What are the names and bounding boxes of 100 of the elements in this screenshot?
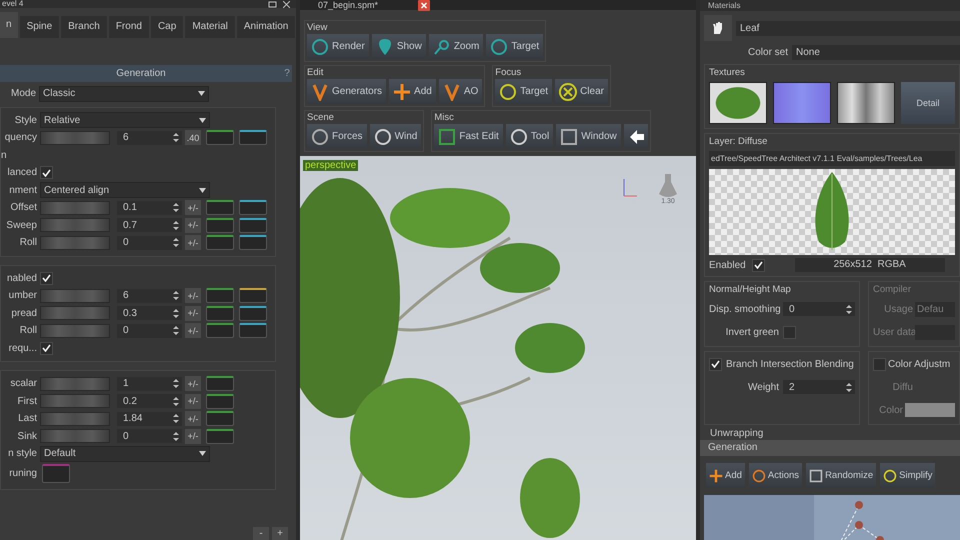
number-field[interactable]: 0: [783, 302, 855, 316]
curve-swatch[interactable]: [206, 235, 234, 250]
toolbar-button[interactable]: Render: [307, 34, 369, 59]
slider-track[interactable]: [40, 429, 110, 443]
curve-swatch[interactable]: [239, 306, 267, 320]
spinner-icon[interactable]: [173, 378, 179, 389]
help-button[interactable]: ?: [282, 68, 292, 79]
curve-swatch[interactable]: [206, 376, 234, 391]
curve-swatch[interactable]: [239, 288, 267, 303]
detail-button[interactable]: Detail: [901, 82, 955, 124]
tab[interactable]: Branch: [61, 16, 107, 38]
number-field[interactable]: 1: [117, 376, 182, 390]
toolbar-button[interactable]: Forces: [307, 124, 367, 149]
variance-button[interactable]: +/-: [185, 323, 201, 338]
checkbox[interactable]: [873, 358, 886, 370]
curve-swatch[interactable]: [206, 200, 234, 215]
slider-track[interactable]: [40, 130, 110, 144]
toolbar-button[interactable]: Fast Edit: [434, 124, 503, 149]
number-field[interactable]: 0.1: [117, 200, 182, 214]
spinner-icon[interactable]: [173, 220, 179, 230]
toolbar-button[interactable]: Simplify: [880, 463, 936, 488]
toolbar-button[interactable]: Wind: [370, 124, 422, 149]
spinner-icon[interactable]: [173, 237, 179, 248]
toolbar-button[interactable]: Target: [486, 34, 544, 59]
toolbar-button[interactable]: Show: [372, 34, 426, 59]
toolbar-button[interactable]: Target: [495, 79, 552, 104]
curve-swatch[interactable]: [206, 394, 234, 408]
spinner-icon[interactable]: [173, 430, 179, 442]
number-field[interactable]: 6: [117, 288, 182, 302]
toolbar-button[interactable]: Randomize: [806, 463, 876, 488]
usage-dropdown[interactable]: Defau: [915, 302, 955, 316]
graph-node[interactable]: [855, 501, 863, 509]
number-field[interactable]: 1.84: [117, 412, 182, 426]
checkbox[interactable]: [40, 166, 53, 179]
slider-track[interactable]: [40, 376, 110, 390]
texture-thumbnail[interactable]: [773, 82, 831, 124]
slider-track[interactable]: [40, 412, 110, 426]
document-tab[interactable]: 07_begin.spm*: [318, 0, 378, 10]
checkbox[interactable]: [40, 342, 53, 354]
color-swatch[interactable]: [905, 403, 955, 417]
slider-track[interactable]: [40, 394, 110, 408]
toolbar-button[interactable]: Window: [556, 124, 621, 149]
variance-button[interactable]: +/-: [185, 288, 201, 303]
curve-swatch[interactable]: [239, 323, 267, 338]
texture-thumbnail[interactable]: [837, 82, 895, 124]
checkbox[interactable]: [709, 358, 722, 370]
variance-button[interactable]: +/-: [185, 235, 201, 250]
slider-track[interactable]: [40, 288, 110, 302]
tab[interactable]: Cap: [150, 16, 184, 38]
tab[interactable]: Material: [185, 16, 235, 38]
curve-swatch[interactable]: [206, 218, 234, 232]
checkbox[interactable]: [783, 326, 796, 338]
spinner-icon[interactable]: [846, 304, 852, 314]
graph-node[interactable]: [855, 521, 863, 529]
number-field[interactable]: 2: [783, 380, 855, 394]
curve-swatch[interactable]: [239, 235, 267, 250]
spinner-icon[interactable]: [173, 308, 179, 318]
panel-button[interactable]: +: [272, 527, 288, 540]
curve-swatch[interactable]: [206, 306, 234, 320]
spinner-icon[interactable]: [173, 396, 179, 406]
curve-swatch[interactable]: [239, 130, 267, 145]
material-name-field[interactable]: Leaf: [736, 20, 960, 36]
toolbar-button[interactable]: Clear: [555, 79, 608, 104]
tab[interactable]: n: [0, 12, 18, 38]
toolbar-button[interactable]: Generators: [307, 79, 386, 104]
variance-button[interactable]: .40: [185, 130, 201, 145]
arrow-button[interactable]: [624, 124, 648, 149]
number-field[interactable]: 6: [117, 130, 182, 144]
number-field[interactable]: 0.2: [117, 394, 182, 408]
spinner-icon[interactable]: [173, 413, 179, 424]
curve-swatch[interactable]: [206, 288, 234, 303]
toolbar-button[interactable]: Add: [706, 463, 745, 488]
dropdown[interactable]: Centered align: [40, 182, 210, 198]
variance-button[interactable]: +/-: [185, 200, 201, 215]
material-button[interactable]: [704, 15, 732, 41]
spinner-icon[interactable]: [173, 132, 179, 143]
number-field[interactable]: 0: [117, 324, 182, 338]
toolbar-button[interactable]: Add: [389, 79, 436, 104]
number-field[interactable]: 0: [117, 429, 182, 443]
curve-swatch[interactable]: [239, 200, 267, 215]
tab[interactable]: Animation: [236, 16, 296, 38]
variance-button[interactable]: +/-: [185, 376, 201, 391]
path-field[interactable]: edTree/SpeedTree Architect v7.1.1 Eval/samples/Trees/Lea: [709, 151, 955, 166]
curve-swatch[interactable]: [206, 130, 234, 145]
slider-track[interactable]: [40, 218, 110, 232]
variance-button[interactable]: +/-: [185, 218, 201, 232]
spinner-icon[interactable]: [173, 325, 179, 336]
curve-swatch[interactable]: [42, 464, 70, 483]
checkbox[interactable]: [40, 272, 53, 284]
close-icon[interactable]: [283, 0, 290, 8]
number-field[interactable]: 0.7: [117, 218, 182, 232]
number-field[interactable]: 0.3: [117, 306, 182, 320]
toolbar-button[interactable]: Actions: [748, 463, 802, 488]
section-title[interactable]: Generation: [0, 68, 282, 79]
panel-button[interactable]: -: [253, 527, 269, 540]
curve-swatch[interactable]: [206, 428, 234, 444]
variance-button[interactable]: +/-: [185, 428, 201, 444]
spinner-icon[interactable]: [846, 382, 852, 392]
toolbar-button[interactable]: Zoom: [428, 34, 484, 59]
slider-track[interactable]: [40, 324, 110, 338]
